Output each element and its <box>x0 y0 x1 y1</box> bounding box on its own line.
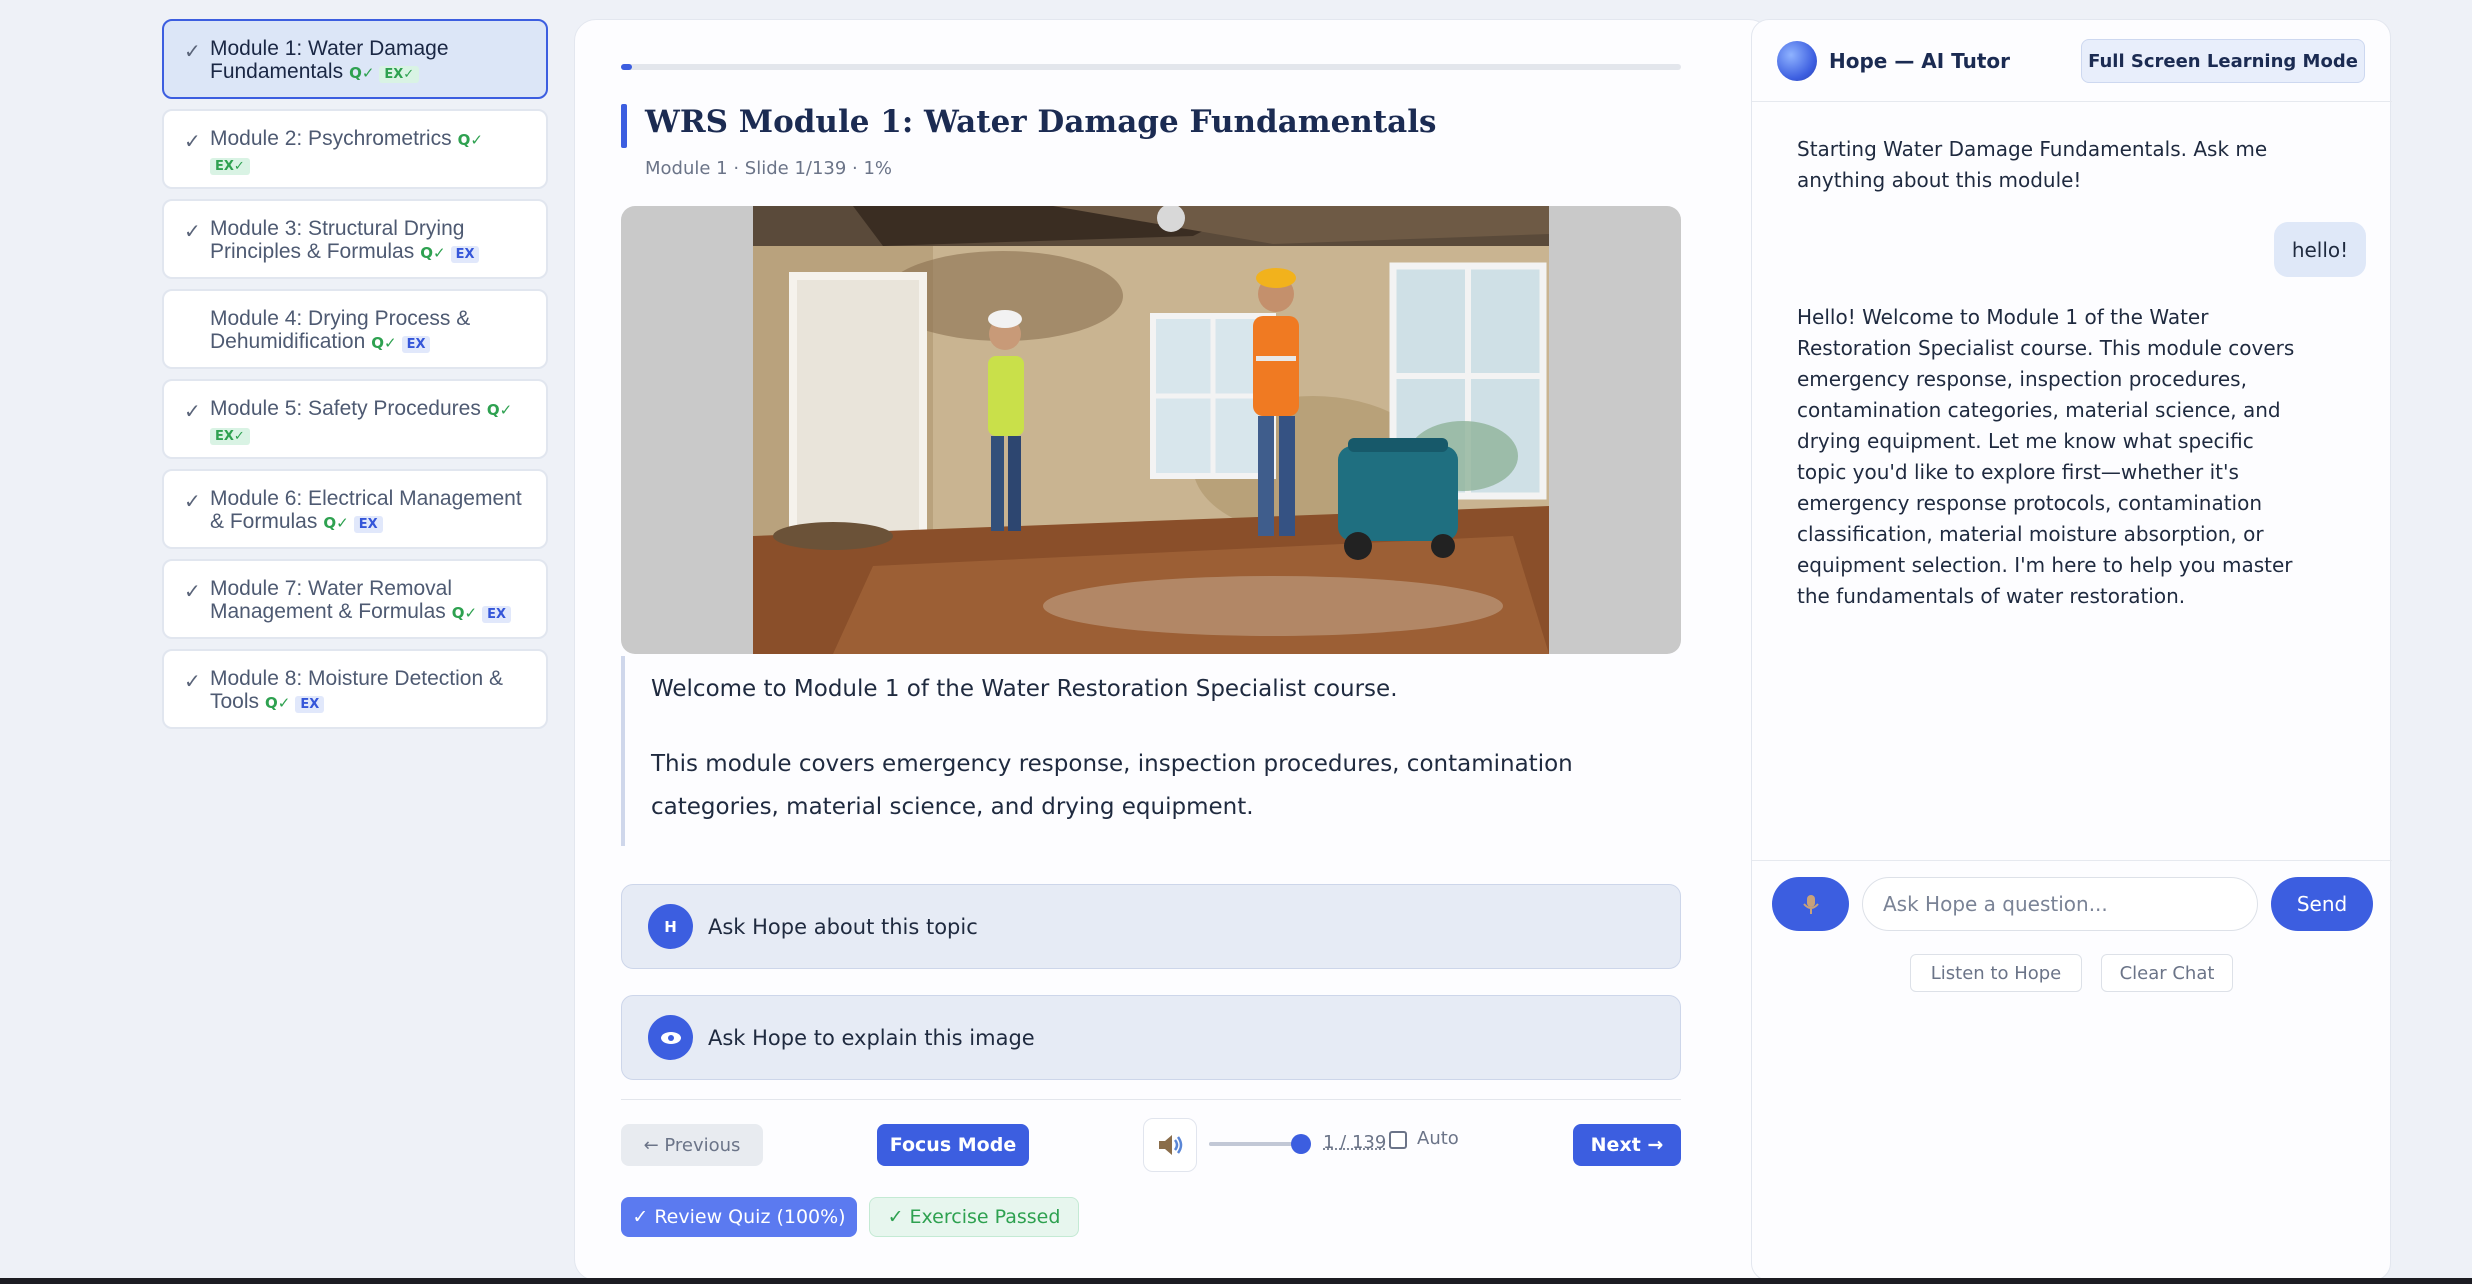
sidebar-item-module-8[interactable]: ✓ Module 8: Moisture Detection & Tools Q✓… <box>162 649 548 729</box>
slide-paragraph: Welcome to Module 1 of the Water Restora… <box>651 676 1398 702</box>
sidebar-item-module-2[interactable]: ✓ Module 2: Psychrometrics Q✓ EX✓ <box>162 109 548 189</box>
microphone-button[interactable] <box>1772 877 1849 931</box>
page-title: WRS Module 1: Water Damage Fundamentals <box>645 104 1437 140</box>
module-sidebar: ✓ Module 1: Water Damage Fundamentals Q✓ E… <box>162 19 548 739</box>
window-bottom-strip <box>0 1278 2472 1284</box>
title-accent-bar <box>621 104 627 148</box>
listen-to-hope-button[interactable]: Listen to Hope <box>1910 954 2082 992</box>
ask-hope-topic-label: Ask Hope about this topic <box>708 914 978 939</box>
chat-message-bot: Starting Water Damage Fundamentals. Ask … <box>1797 137 2268 192</box>
ask-hope-image-label: Ask Hope to explain this image <box>708 1025 1035 1050</box>
check-icon: ✓ <box>184 579 201 603</box>
controls-divider <box>621 1099 1681 1100</box>
clear-chat-button[interactable]: Clear Chat <box>2101 954 2233 992</box>
module-title: Module 5: Safety Procedures <box>210 397 481 420</box>
sidebar-item-module-3[interactable]: ✓ Module 3: Structural Drying Principles… <box>162 199 548 279</box>
slide-meta: Module 1 · Slide 1/139 · 1% <box>645 158 893 179</box>
slide-progress-fill <box>621 64 632 70</box>
quiz-badge: Q✓ <box>457 131 483 149</box>
exercise-status-badge: ✓ Exercise Passed <box>869 1197 1079 1237</box>
microphone-icon <box>1802 895 1819 914</box>
speaker-button[interactable] <box>1143 1118 1197 1172</box>
focus-mode-button[interactable]: Focus Mode <box>877 1124 1029 1166</box>
ask-hope-topic-button[interactable]: H Ask Hope about this topic <box>621 884 1681 969</box>
slide-card: WRS Module 1: Water Damage Fundamentals … <box>574 19 1771 1281</box>
chat-message-user: hello! <box>2274 222 2366 277</box>
exercise-badge: EX <box>482 606 512 623</box>
hope-avatar: H <box>648 904 693 949</box>
slide-progress-bar <box>621 64 1681 70</box>
module-title: Module 2: Psychrometrics <box>210 127 452 150</box>
check-icon: ✓ <box>184 669 201 693</box>
slide-paragraph: This module covers emergency response, i… <box>651 751 1573 820</box>
sidebar-item-module-5[interactable]: ✓ Module 5: Safety Procedures Q✓ EX✓ <box>162 379 548 459</box>
tutor-name: Hope — AI Tutor <box>1829 49 2011 73</box>
slide-counter: 1 / 139 <box>1323 1132 1387 1153</box>
check-icon: ✓ <box>184 129 201 153</box>
eye-icon <box>648 1015 693 1060</box>
chat-message-bot: Hello! Welcome to Module 1 of the Water … <box>1797 305 2295 608</box>
send-button[interactable]: Send <box>2271 877 2373 931</box>
sidebar-item-module-6[interactable]: ✓ Module 6: Electrical Management & Form… <box>162 469 548 549</box>
exercise-badge: EX <box>295 696 325 713</box>
quiz-badge: Q✓ <box>323 514 349 532</box>
auto-checkbox[interactable] <box>1389 1131 1407 1149</box>
quiz-badge: Q✓ <box>265 694 291 712</box>
sidebar-item-module-4[interactable]: Module 4: Drying Process & Dehumidificat… <box>162 289 548 369</box>
check-icon: ✓ <box>184 219 201 243</box>
hope-orb-icon <box>1777 41 1817 81</box>
previous-button[interactable]: ← Previous <box>621 1124 763 1166</box>
exercise-badge: EX✓ <box>210 158 250 175</box>
slider-handle[interactable] <box>1291 1134 1311 1154</box>
exercise-badge: EX✓ <box>379 66 420 83</box>
tutor-header: Hope — AI Tutor Full Screen Learning Mod… <box>1752 20 2392 102</box>
quiz-badge: Q✓ <box>371 334 397 352</box>
sidebar-item-module-1[interactable]: ✓ Module 1: Water Damage Fundamentals Q✓ E… <box>162 19 548 99</box>
full-screen-mode-button[interactable]: Full Screen Learning Mode <box>2081 39 2365 83</box>
exercise-badge: EX✓ <box>210 428 250 445</box>
exercise-badge: EX <box>401 336 431 353</box>
module-title: Module 8: Moisture Detection & Tools <box>210 667 503 713</box>
check-icon: ✓ <box>184 399 201 423</box>
sidebar-item-module-7[interactable]: ✓ Module 7: Water Removal Management & F… <box>162 559 548 639</box>
ai-tutor-panel: Hope — AI Tutor Full Screen Learning Mod… <box>1751 19 2392 1281</box>
ask-hope-image-button[interactable]: Ask Hope to explain this image <box>621 995 1681 1080</box>
exercise-badge: EX <box>450 246 480 263</box>
speaker-icon <box>1159 1135 1183 1155</box>
slide-image <box>753 206 1549 654</box>
module-title: Module 4: Drying Process & Dehumidificat… <box>210 307 471 353</box>
exercise-badge: EX <box>353 516 383 533</box>
chat-input-divider <box>1752 860 2392 861</box>
check-icon: ✓ <box>184 489 201 513</box>
quiz-badge: Q✓ <box>451 604 478 622</box>
quiz-badge: Q✓ <box>486 401 513 419</box>
slide-image-frame <box>621 206 1681 654</box>
next-button[interactable]: Next → <box>1573 1124 1681 1166</box>
chat-input[interactable] <box>1862 877 2258 931</box>
auto-label: Auto <box>1417 1128 1459 1149</box>
quiz-badge: Q✓ <box>420 244 446 262</box>
quiz-badge: Q✓ <box>349 64 375 82</box>
module-title: Module 7: Water Removal Management & For… <box>210 577 452 623</box>
slide-body-text: Welcome to Module 1 of the Water Restora… <box>621 656 1681 846</box>
review-quiz-button[interactable]: ✓ Review Quiz (100%) <box>621 1197 857 1237</box>
check-icon: ✓ <box>184 39 201 63</box>
